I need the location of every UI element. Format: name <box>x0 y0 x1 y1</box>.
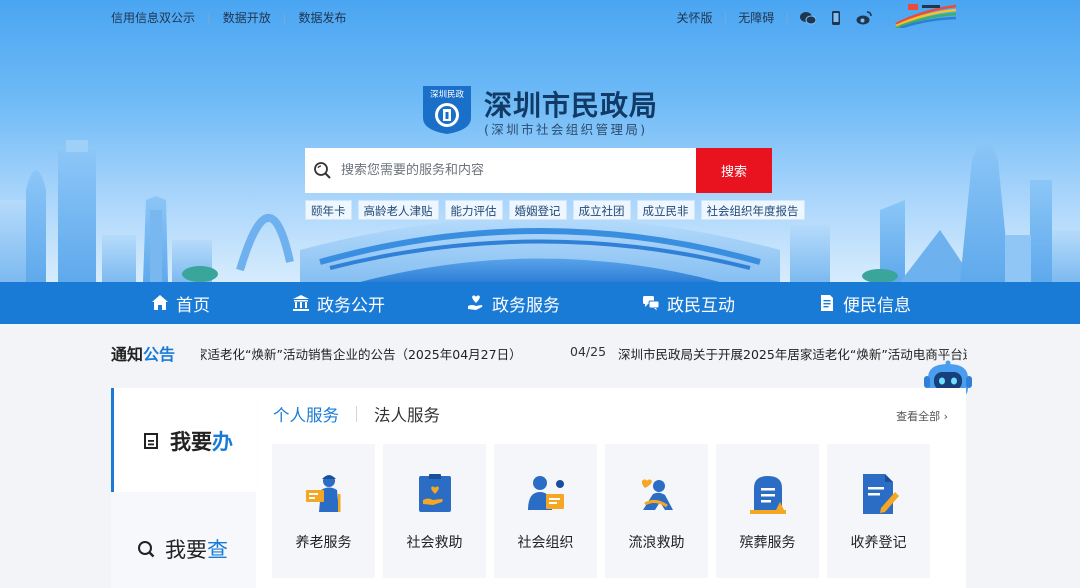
hot-keyword[interactable]: 成立民非 <box>636 200 695 220</box>
chat-bubbles-icon <box>643 296 660 311</box>
funeral-service-icon <box>750 476 786 514</box>
chevron-right-icon: › <box>943 410 948 423</box>
weibo-icon[interactable] <box>856 10 872 25</box>
nav-item-interaction[interactable]: 政民互动 <box>642 282 735 324</box>
elderly-care-icon <box>306 475 341 512</box>
site-title: 深圳市民政局 <box>484 89 659 122</box>
homeless-assistance-icon <box>641 479 673 510</box>
service-side-menu: 我要办 我要查 <box>111 388 256 588</box>
main-navigation: 首页 政务公开 政务服务 政民互动 便民信息 <box>0 282 1080 324</box>
search-box <box>305 148 696 193</box>
search-icon <box>314 161 331 179</box>
tab-personal-services[interactable]: 个人服务 <box>273 402 339 426</box>
nav-item-gov-affairs[interactable]: 政务公开 <box>292 282 385 324</box>
tab-corporate-services[interactable]: 法人服务 <box>374 402 440 426</box>
service-cards: 养老服务 社会救助 社会组织 流浪救助 殡葬服务 收养登记 <box>272 444 930 578</box>
service-card-label: 社会组织 <box>517 535 574 551</box>
nav-item-gov-services[interactable]: 政务服务 <box>467 282 560 324</box>
nav-label: 便民信息 <box>843 295 911 316</box>
notice-bar: 通知公告 家适老化“焕新”活动销售企业的公告（2025年04月27日） 04/2… <box>111 340 971 366</box>
site-brand: 深圳民政 深圳市民政局 (深圳市社会组织管理局) <box>421 84 661 137</box>
nav-label: 政务公开 <box>317 295 385 316</box>
mobile-icon[interactable] <box>828 10 844 25</box>
nav-label: 政民互动 <box>667 295 735 316</box>
service-card-label: 收养登记 <box>850 535 907 551</box>
link-credit-info[interactable]: 信用信息双公示 <box>111 9 195 26</box>
notice-date: 04/25 <box>570 344 607 359</box>
link-care-mode[interactable]: 关怀版 <box>677 9 713 26</box>
separator: | <box>785 11 789 24</box>
notice-ticker: 家适老化“焕新”活动销售企业的公告（2025年04月27日） 04/25 深圳市… <box>201 344 967 364</box>
link-data-release[interactable]: 数据发布 <box>298 9 346 26</box>
top-utility-bar: 信用信息双公示 | 数据开放 | 数据发布 关怀版 | 无障碍 | <box>0 0 1080 32</box>
city-skyline-illustration <box>0 140 1080 282</box>
government-building-icon <box>293 295 309 311</box>
social-organization-icon <box>528 476 564 510</box>
link-accessibility[interactable]: 无障碍 <box>738 9 774 26</box>
site-subtitle: (深圳市社会组织管理局) <box>484 122 648 137</box>
service-panel: 我要办 我要查 个人服务 法人服务 查看全部 › 养老服务 社会救助 社会组织 … <box>111 388 966 588</box>
search-button[interactable]: 搜索 <box>696 148 772 193</box>
emblem-text: 深圳民政 <box>430 89 465 100</box>
notice-item[interactable]: 家适老化“焕新”活动销售企业的公告（2025年04月27日） <box>201 344 570 363</box>
view-all-link[interactable]: 查看全部 › <box>896 408 948 424</box>
search-bar: 搜索 <box>305 148 772 193</box>
service-card-social-assistance[interactable]: 社会救助 <box>383 444 486 578</box>
hot-keyword[interactable]: 颐年卡 <box>305 200 352 220</box>
hot-keyword[interactable]: 社会组织年度报告 <box>700 200 805 220</box>
document-icon <box>821 295 833 311</box>
service-hand-icon <box>468 295 483 310</box>
shenzhen-city-logo <box>895 4 957 28</box>
search-input[interactable] <box>341 163 681 178</box>
hot-keyword[interactable]: 高龄老人津贴 <box>357 200 439 220</box>
nav-label: 首页 <box>176 295 210 316</box>
service-card-funeral-service[interactable]: 殡葬服务 <box>716 444 819 578</box>
notice-item[interactable]: 深圳市民政局关于开展2025年居家适老化“焕新”活动电商平台遴选的公告 <box>618 344 967 363</box>
separator: | <box>207 11 211 24</box>
service-card-label: 流浪救助 <box>628 535 685 551</box>
separator: | <box>723 11 728 24</box>
wechat-icon[interactable] <box>800 11 816 25</box>
side-tab-handle[interactable]: 我要办 <box>111 388 256 492</box>
notice-label-b: 公告 <box>143 345 176 364</box>
civil-affairs-emblem-icon: 深圳民政 <box>423 86 471 134</box>
hot-keyword[interactable]: 能力评估 <box>444 200 503 220</box>
hot-keyword[interactable]: 成立社团 <box>572 200 631 220</box>
link-data-open[interactable]: 数据开放 <box>223 9 271 26</box>
side-tab-label-accent: 办 <box>212 430 233 454</box>
nav-item-convenience[interactable]: 便民信息 <box>818 282 911 324</box>
tab-separator <box>356 406 357 422</box>
service-card-label: 养老服务 <box>295 535 352 551</box>
separator: | <box>282 11 287 24</box>
hot-keywords: 颐年卡 高龄老人津贴 能力评估 婚姻登记 成立社团 成立民非 社会组织年度报告 <box>305 200 805 220</box>
service-card-elderly-care[interactable]: 养老服务 <box>272 444 375 578</box>
service-card-social-organization[interactable]: 社会组织 <box>494 444 597 578</box>
search-icon <box>138 541 155 558</box>
service-tabs: 个人服务 法人服务 <box>273 402 440 426</box>
service-card-label: 殡葬服务 <box>739 535 796 551</box>
service-card-adoption-registration[interactable]: 收养登记 <box>827 444 930 578</box>
home-icon <box>152 295 168 310</box>
side-tab-label: 我要 <box>170 430 212 454</box>
hot-keyword[interactable]: 婚姻登记 <box>508 200 567 220</box>
side-tab-label-accent: 查 <box>207 538 228 562</box>
adoption-registration-icon <box>863 474 899 514</box>
calendar-doc-icon <box>144 433 158 449</box>
notice-label: 通知公告 <box>111 341 175 365</box>
nav-item-home[interactable]: 首页 <box>151 282 210 324</box>
service-card-label: 社会救助 <box>406 535 463 551</box>
view-all-label: 查看全部 <box>896 410 941 423</box>
notice-label-a: 通知 <box>111 345 144 364</box>
social-assistance-icon <box>419 474 451 512</box>
side-tab-query[interactable]: 我要查 <box>111 492 256 588</box>
side-tab-label: 我要 <box>165 538 207 562</box>
nav-label: 政务服务 <box>492 295 560 316</box>
service-card-homeless-assistance[interactable]: 流浪救助 <box>605 444 708 578</box>
hero-banner: 信用信息双公示 | 数据开放 | 数据发布 关怀版 | 无障碍 | 深圳民政 深… <box>0 0 1080 282</box>
